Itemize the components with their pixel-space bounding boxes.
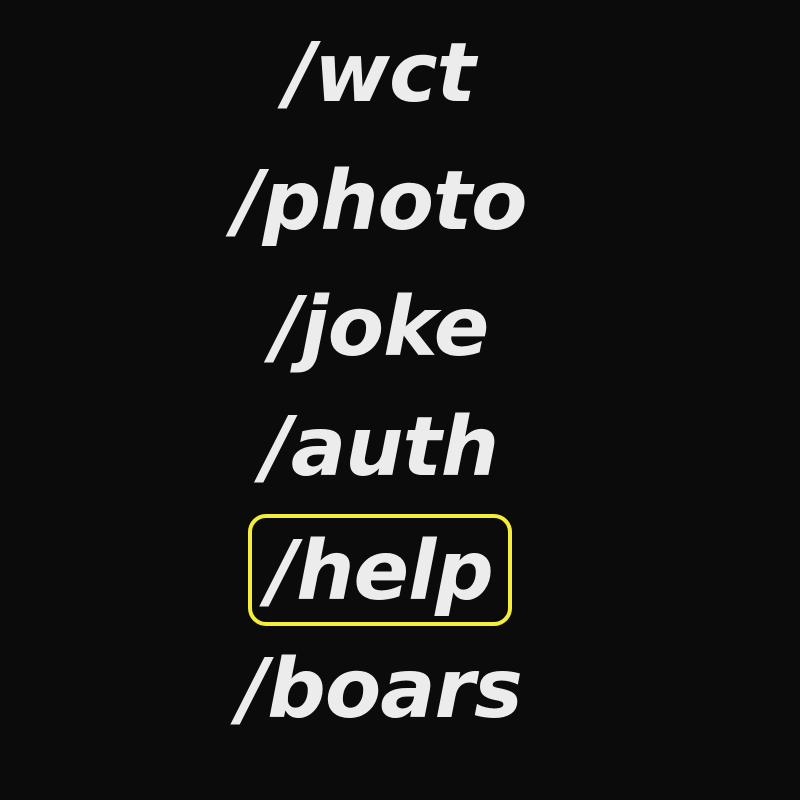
command-item-boars[interactable]: /boars [0, 640, 760, 740]
command-item-help[interactable]: /help [0, 522, 760, 622]
command-item-photo[interactable]: /photo [0, 152, 760, 252]
command-item-wct[interactable]: /wct [0, 24, 760, 124]
command-item-auth[interactable]: /auth [0, 398, 760, 498]
command-item-joke[interactable]: /joke [0, 278, 760, 378]
command-list: /wct /photo /joke /auth /help /boars [0, 0, 800, 800]
